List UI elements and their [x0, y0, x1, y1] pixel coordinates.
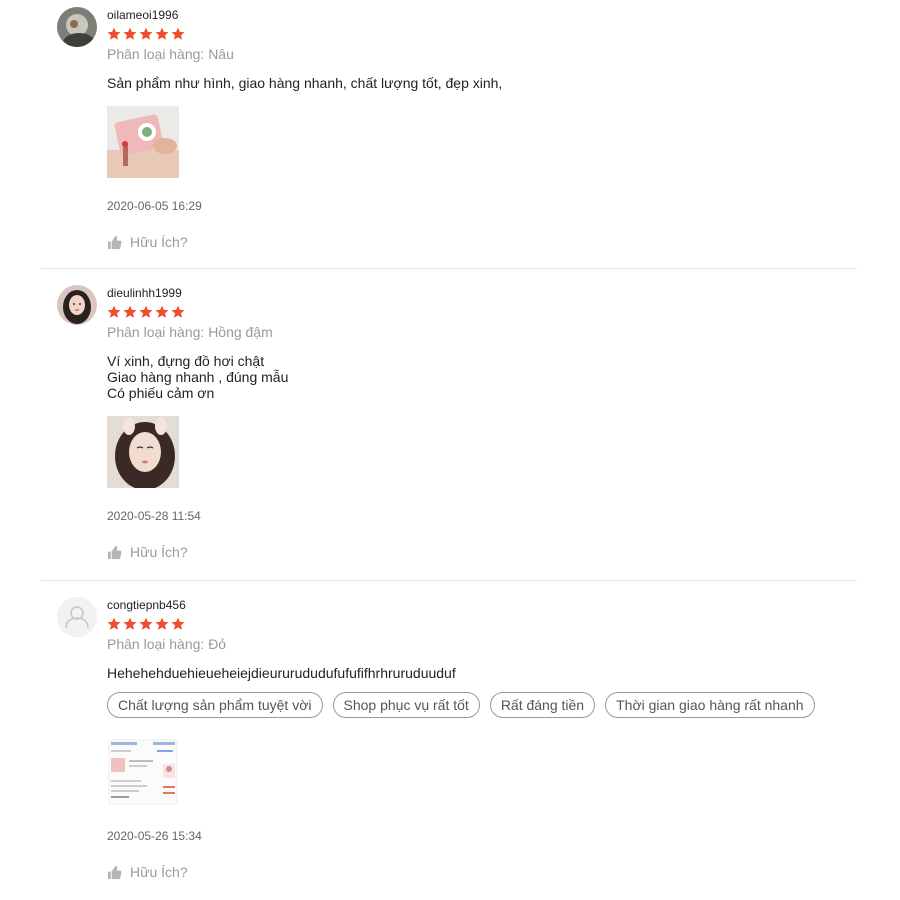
star-icon: [139, 305, 153, 319]
star-icon: [107, 27, 121, 41]
helpful-button[interactable]: Hữu Ích?: [107, 233, 857, 251]
star-icon: [107, 305, 121, 319]
review-tag: Chất lượng sản phẩm tuyệt vời: [107, 692, 323, 718]
review-content: Ví xinh, đựng đồ hơi chật Giao hàng nhan…: [107, 353, 289, 401]
thumbs-up-icon: [107, 545, 122, 560]
product-variation: Phân loại hàng: Đỏ: [107, 636, 227, 652]
star-icon: [123, 617, 137, 631]
review-username: congtiepnb456: [107, 598, 186, 612]
review-timestamp: 2020-05-26 15:34: [107, 829, 202, 843]
review-photo[interactable]: [107, 736, 179, 808]
star-icon: [171, 27, 185, 41]
review-divider: [41, 580, 857, 581]
review-tag: Rất đáng tiền: [489, 692, 596, 718]
review-content: Sản phẩm như hình, giao hàng nhanh, chất…: [107, 75, 503, 91]
review-photo[interactable]: [107, 416, 179, 488]
helpful-button[interactable]: Hữu Ích?: [107, 543, 857, 561]
review-tags: Chất lượng sản phẩm tuyệt vời Shop phục …: [107, 692, 857, 718]
review-content: Hehehehduehieueheiejdieururududufufufifh…: [107, 665, 456, 681]
star-icon: [155, 27, 169, 41]
rating-stars: [107, 27, 857, 41]
star-icon: [155, 617, 169, 631]
product-variation: Phân loại hàng: Nâu: [107, 46, 234, 62]
review-username: oilameoi1996: [107, 8, 179, 22]
review-tag: Shop phục vụ rất tốt: [332, 692, 480, 718]
helpful-button[interactable]: Hữu Ích?: [107, 863, 857, 881]
avatar[interactable]: [57, 597, 97, 637]
review-tag: Thời gian giao hàng rất nhanh: [605, 692, 815, 718]
rating-stars: [107, 305, 857, 319]
rating-stars: [107, 617, 857, 631]
star-icon: [139, 617, 153, 631]
review-timestamp: 2020-05-28 11:54: [107, 509, 201, 523]
review-photo[interactable]: [107, 106, 179, 178]
review-timestamp: 2020-06-05 16:29: [107, 199, 202, 213]
review-divider: [41, 268, 857, 269]
thumbs-up-icon: [107, 865, 122, 880]
avatar[interactable]: [57, 285, 97, 325]
helpful-label: Hữu Ích?: [130, 544, 188, 560]
star-icon: [171, 617, 185, 631]
star-icon: [123, 27, 137, 41]
star-icon: [107, 617, 121, 631]
helpful-label: Hữu Ích?: [130, 864, 188, 880]
star-icon: [139, 27, 153, 41]
thumbs-up-icon: [107, 235, 122, 250]
star-icon: [155, 305, 169, 319]
review-username: dieulinhh1999: [107, 286, 182, 300]
user-icon: [57, 597, 97, 637]
star-icon: [123, 305, 137, 319]
avatar[interactable]: [57, 7, 97, 47]
helpful-label: Hữu Ích?: [130, 234, 188, 250]
product-variation: Phân loại hàng: Hồng đậm: [107, 324, 273, 340]
star-icon: [171, 305, 185, 319]
